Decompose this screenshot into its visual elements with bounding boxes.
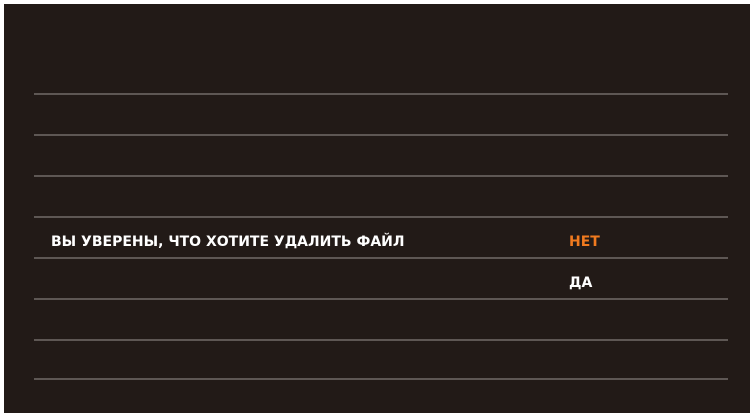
row-divider [34,339,728,341]
row-divider [34,134,728,136]
row-divider [34,216,728,218]
option-no-button[interactable]: НЕТ [569,233,600,251]
delete-confirmation-question: ВЫ УВЕРЕНЫ, ЧТО ХОТИТЕ УДАЛИТЬ ФАЙЛ [51,234,405,250]
row-divider [34,378,728,380]
row-divider [34,93,728,95]
row-divider [34,298,728,300]
row-divider [34,175,728,177]
option-yes-button[interactable]: ДА [569,274,592,292]
delete-confirmation-screen: ВЫ УВЕРЕНЫ, ЧТО ХОТИТЕ УДАЛИТЬ ФАЙЛ НЕТ … [4,4,750,413]
row-divider [34,257,728,259]
